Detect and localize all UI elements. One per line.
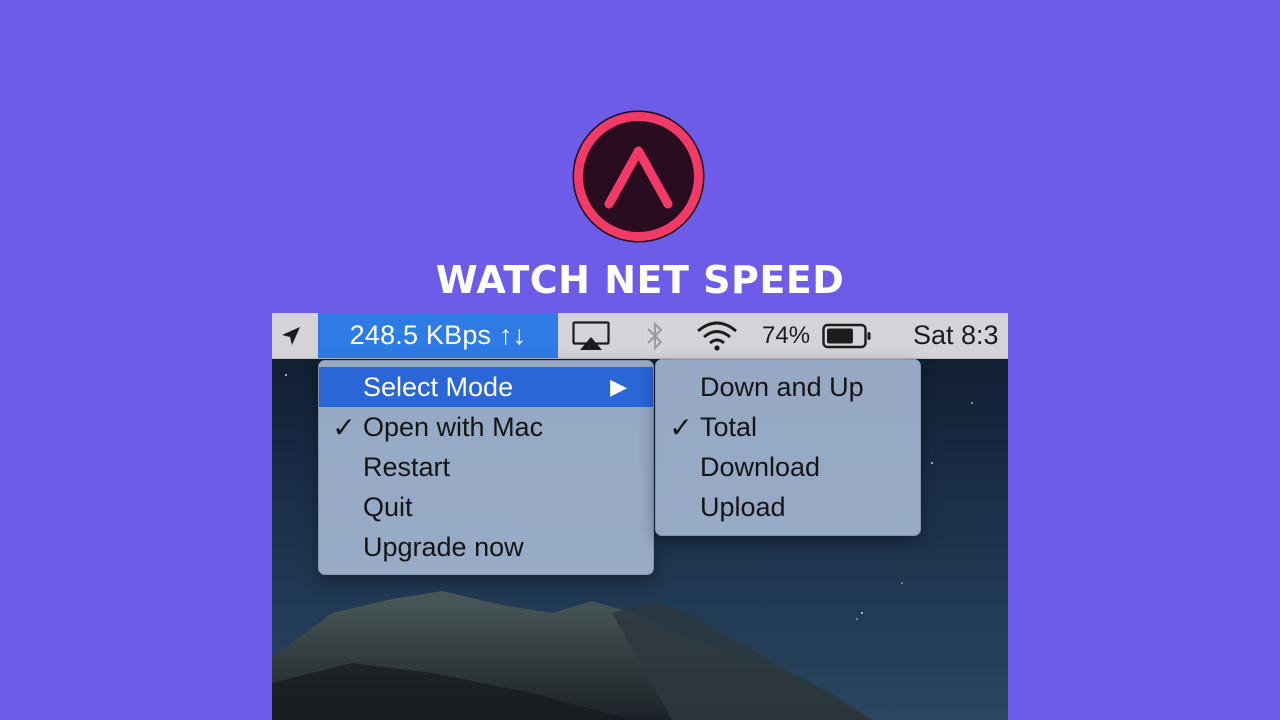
submenu-arrow-icon: ▶ [610, 374, 627, 399]
submenu-item-down-and-up[interactable]: Down and Up [656, 367, 920, 407]
app-dropdown-menu: Select Mode ▶ ✓ Open with Mac Restart Qu… [318, 360, 654, 575]
menu-item-select-mode[interactable]: Select Mode ▶ [319, 367, 653, 407]
battery-icon[interactable] [822, 313, 872, 358]
menu-item-label: Select Mode [363, 371, 514, 402]
menu-item-label: Upgrade now [363, 531, 524, 562]
menu-item-upgrade-now[interactable]: Upgrade now [319, 527, 653, 567]
menu-item-label: Download [700, 451, 821, 482]
bluetooth-icon[interactable] [640, 313, 670, 358]
checkmark-icon: ✓ [669, 411, 693, 443]
submenu-item-upload[interactable]: Upload [656, 487, 920, 527]
menu-item-label: Restart [363, 451, 451, 482]
app-logo [572, 110, 705, 243]
menu-item-label: Quit [363, 491, 413, 522]
checkmark-icon: ✓ [332, 411, 356, 443]
net-speed-status-item[interactable]: 248.5 KBps ↑↓ [318, 313, 558, 358]
menu-bar: 248.5 KBps ↑↓ 74% Sat 8:3 [272, 313, 1008, 359]
mac-screenshot: 248.5 KBps ↑↓ 74% Sat 8:3 Select Mode ▶ … [272, 313, 1008, 720]
battery-percent[interactable]: 74% [762, 313, 810, 358]
airplay-icon[interactable] [570, 313, 612, 358]
select-mode-submenu: Down and Up ✓ Total Download Upload [655, 359, 921, 536]
menu-item-label: Down and Up [700, 371, 864, 402]
menu-item-label: Upload [700, 491, 786, 522]
submenu-item-total[interactable]: ✓ Total [656, 407, 920, 447]
clock[interactable]: Sat 8:3 [913, 313, 999, 358]
menu-item-quit[interactable]: Quit [319, 487, 653, 527]
menu-item-open-with-mac[interactable]: ✓ Open with Mac [319, 407, 653, 447]
app-title: WATCH NET SPEED [435, 258, 845, 302]
menu-item-restart[interactable]: Restart [319, 447, 653, 487]
menu-item-label: Open with Mac [363, 411, 544, 442]
location-arrow-icon[interactable] [276, 313, 306, 358]
wifi-icon[interactable] [692, 313, 742, 358]
submenu-item-download[interactable]: Download [656, 447, 920, 487]
menu-item-label: Total [700, 411, 758, 442]
